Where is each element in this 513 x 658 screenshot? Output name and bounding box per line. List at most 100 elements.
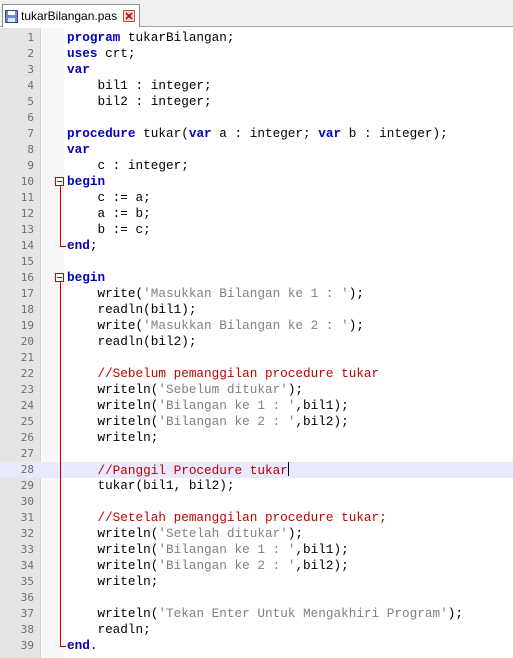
code-text[interactable]: var (67, 62, 90, 78)
code-line[interactable]: 10 begin (0, 174, 513, 190)
code-line[interactable]: 39 end. (0, 638, 513, 654)
code-token: b : integer); (341, 126, 448, 141)
line-number: 30 (20, 495, 34, 508)
code-token: writeln( (67, 606, 159, 621)
code-text[interactable]: //Setelah pemanggilan procedure tukar; (67, 510, 386, 526)
code-text[interactable]: c : integer; (67, 158, 188, 174)
code-line[interactable]: 17 write('Masukkan Bilangan ke 1 : '); (0, 286, 513, 302)
code-text[interactable]: writeln('Bilangan ke 1 : ',bil1); (67, 542, 349, 558)
line-number: 6 (27, 111, 34, 124)
code-line[interactable]: 32 writeln('Setelah ditukar'); (0, 526, 513, 542)
line-number: 1 (27, 31, 34, 44)
code-line[interactable]: 1 program tukarBilangan; (0, 30, 513, 46)
code-text[interactable]: bil2 : integer; (67, 94, 211, 110)
code-line[interactable]: 23 writeln('Sebelum ditukar'); (0, 382, 513, 398)
code-line[interactable]: 3 var (0, 62, 513, 78)
code-line[interactable]: 20 readln(bil2); (0, 334, 513, 350)
code-line[interactable]: 31 //Setelah pemanggilan procedure tukar… (0, 510, 513, 526)
code-line[interactable]: 8 var (0, 142, 513, 158)
code-text[interactable]: //Sebelum pemanggilan procedure tukar (67, 366, 379, 382)
code-text[interactable]: readln(bil1); (67, 302, 196, 318)
code-text[interactable]: uses crt; (67, 46, 136, 62)
code-token: ); (348, 318, 364, 333)
code-text[interactable]: procedure tukar(var a : integer; var b :… (67, 126, 448, 142)
code-line[interactable]: 25 writeln('Bilangan ke 2 : ',bil2); (0, 414, 513, 430)
code-line[interactable]: 2 uses crt; (0, 46, 513, 62)
code-line[interactable]: 7 procedure tukar(var a : integer; var b … (0, 126, 513, 142)
code-line[interactable]: 38 readln; (0, 622, 513, 638)
code-text[interactable]: begin (67, 174, 105, 190)
code-line[interactable]: 36 (0, 590, 513, 606)
code-token: writeln( (67, 526, 159, 541)
code-line[interactable]: 16 begin (0, 270, 513, 286)
line-number: 22 (20, 367, 34, 380)
code-line[interactable]: 35 writeln; (0, 574, 513, 590)
code-line[interactable]: 9 c : integer; (0, 158, 513, 174)
code-text[interactable]: //Panggil Procedure tukar (67, 462, 289, 479)
code-line[interactable]: 22 //Sebelum pemanggilan procedure tukar (0, 366, 513, 382)
code-text[interactable]: write('Masukkan Bilangan ke 2 : '); (67, 318, 364, 334)
code-text[interactable]: writeln('Setelah ditukar'); (67, 526, 303, 542)
code-token: crt; (97, 46, 136, 61)
code-text[interactable]: begin (67, 270, 105, 286)
code-line[interactable]: 27 (0, 446, 513, 462)
code-line[interactable]: 19 write('Masukkan Bilangan ke 2 : '); (0, 318, 513, 334)
code-line[interactable]: 11 c := a; (0, 190, 513, 206)
code-text[interactable]: writeln('Tekan Enter Untuk Mengakhiri Pr… (67, 606, 462, 622)
code-line[interactable]: 5 bil2 : integer; (0, 94, 513, 110)
code-text[interactable]: readln; (67, 622, 150, 638)
code-text[interactable]: b := c; (67, 222, 150, 238)
tab-tukarbilangan[interactable]: tukarBilangan.pas (2, 4, 141, 27)
code-token: ,bil1); (295, 542, 349, 557)
code-token: readln(bil2); (67, 334, 197, 349)
code-line[interactable]: 28 //Panggil Procedure tukar (0, 462, 513, 478)
code-line[interactable]: 29 tukar(bil1, bil2); (0, 478, 513, 494)
line-number: 18 (20, 303, 34, 316)
code-text[interactable]: writeln; (67, 430, 158, 446)
code-line[interactable]: 21 (0, 350, 513, 366)
code-text[interactable]: end; (67, 238, 97, 254)
code-line[interactable]: 30 (0, 494, 513, 510)
code-text[interactable]: tukar(bil1, bil2); (67, 478, 235, 494)
code-text[interactable]: write('Masukkan Bilangan ke 1 : '); (67, 286, 364, 302)
line-number: 25 (20, 415, 34, 428)
code-token: ); (287, 526, 304, 541)
code-text[interactable]: var (67, 142, 90, 158)
line-number: 27 (20, 447, 34, 460)
code-token: writeln( (67, 382, 159, 397)
code-line[interactable]: 18 readln(bil1); (0, 302, 513, 318)
code-line[interactable]: 4 bil1 : integer; (0, 78, 513, 94)
comment-token: //Panggil Procedure tukar (67, 463, 288, 478)
code-text[interactable]: c := a; (67, 190, 150, 206)
line-number: 11 (20, 191, 34, 204)
code-text[interactable]: program tukarBilangan; (67, 30, 235, 46)
code-line[interactable]: 15 (0, 254, 513, 270)
code-text[interactable]: end. (67, 638, 97, 654)
code-line[interactable]: 6 (0, 110, 513, 126)
code-text[interactable]: writeln('Bilangan ke 2 : ',bil2); (67, 558, 348, 574)
code-text[interactable]: writeln('Bilangan ke 2 : ',bil2); (67, 414, 348, 430)
fold-toggle-icon[interactable] (55, 177, 64, 186)
code-token: writeln; (67, 430, 159, 445)
string-token: 'Masukkan Bilangan ke 2 : ' (143, 318, 349, 333)
code-token: tukar(bil1, bil2); (67, 478, 235, 493)
code-line[interactable]: 12 a := b; (0, 206, 513, 222)
code-line[interactable]: 37 writeln('Tekan Enter Untuk Mengakhiri… (0, 606, 513, 622)
code-editor[interactable]: 1 program tukarBilangan; 2 uses crt; 3 var 4 b… (0, 28, 513, 658)
code-line[interactable]: 14 end; (0, 238, 513, 254)
code-line[interactable]: 34 writeln('Bilangan ke 2 : ',bil2); (0, 558, 513, 574)
code-text[interactable]: writeln; (67, 574, 158, 590)
code-text[interactable]: a := b; (67, 206, 150, 222)
close-icon[interactable] (123, 10, 136, 22)
code-text[interactable]: writeln('Bilangan ke 1 : ',bil1); (67, 398, 348, 414)
code-text[interactable]: bil1 : integer; (67, 78, 211, 94)
line-number: 7 (27, 127, 34, 140)
fold-toggle-icon[interactable] (55, 273, 64, 282)
code-line[interactable]: 13 b := c; (0, 222, 513, 238)
code-text[interactable]: writeln('Sebelum ditukar'); (67, 382, 303, 398)
line-number: 15 (20, 255, 34, 268)
code-line[interactable]: 33 writeln('Bilangan ke 1 : ',bil1); (0, 542, 513, 558)
code-text[interactable]: readln(bil2); (67, 334, 196, 350)
code-line[interactable]: 26 writeln; (0, 430, 513, 446)
code-line[interactable]: 24 writeln('Bilangan ke 1 : ',bil1); (0, 398, 513, 414)
